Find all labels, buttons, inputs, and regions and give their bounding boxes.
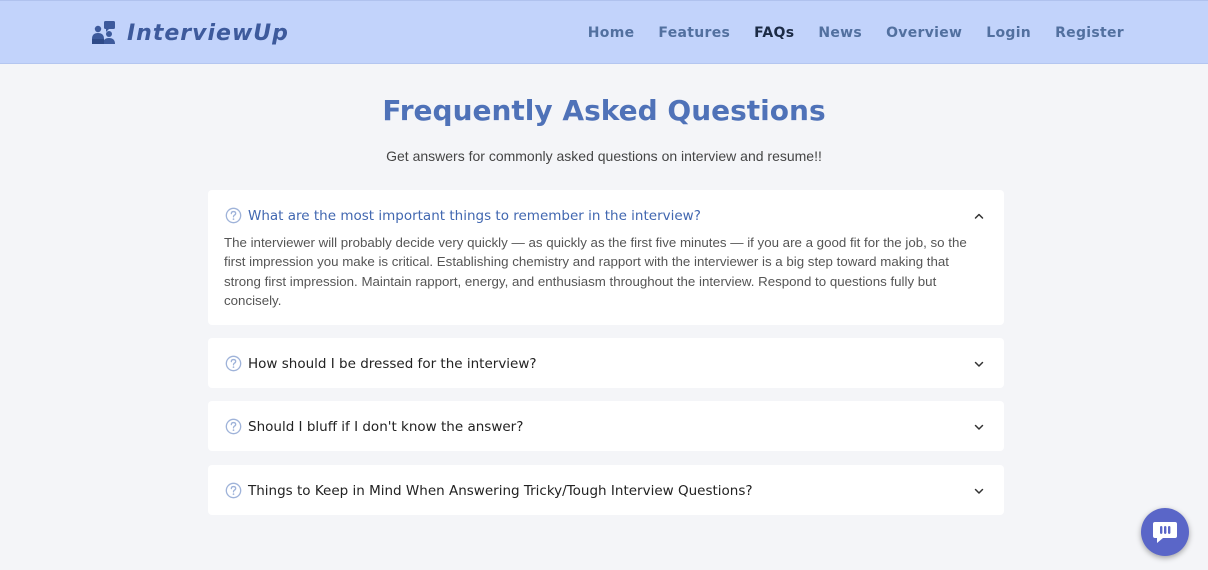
nav-login[interactable]: Login: [986, 25, 1031, 41]
faq-item: How should I be dressed for the intervie…: [208, 338, 1004, 388]
nav-overview[interactable]: Overview: [886, 25, 962, 41]
navbar: InterviewUp Home Features FAQs News Over…: [0, 0, 1208, 64]
nav-register[interactable]: Register: [1055, 25, 1124, 41]
faq-question-toggle[interactable]: Should I bluff if I don't know the answe…: [225, 401, 987, 452]
faq-question-text: Things to Keep in Mind When Answering Tr…: [248, 482, 753, 499]
chevron-down-icon: [974, 361, 984, 367]
faq-item: What are the most important things to re…: [208, 190, 1004, 325]
chevron-down-icon: [974, 424, 984, 430]
brand-link[interactable]: InterviewUp: [91, 15, 289, 51]
people-interview-icon: [92, 21, 115, 44]
faq-question-toggle[interactable]: How should I be dressed for the intervie…: [225, 338, 987, 389]
question-circle-icon: [225, 355, 242, 372]
nav-home[interactable]: Home: [588, 25, 635, 41]
faq-question-toggle[interactable]: Things to Keep in Mind When Answering Tr…: [225, 465, 987, 516]
faq-item: Things to Keep in Mind When Answering Tr…: [208, 465, 1004, 515]
chat-bubble-icon: [1153, 522, 1177, 543]
question-circle-icon: [225, 482, 242, 499]
faq-question-text: What are the most important things to re…: [248, 207, 701, 224]
faq-question-text: Should I bluff if I don't know the answe…: [248, 418, 524, 435]
nav-faqs[interactable]: FAQs: [754, 25, 794, 41]
faq-answer-text: The interviewer will probably decide ver…: [224, 235, 967, 308]
nav-menu: Home Features FAQs News Overview Login R…: [564, 1, 1124, 65]
chevron-down-icon: [974, 488, 984, 494]
chevron-up-icon: [974, 213, 984, 219]
nav-features[interactable]: Features: [658, 25, 730, 41]
brand-name: InterviewUp: [127, 20, 289, 46]
chat-widget-button[interactable]: [1141, 508, 1189, 556]
question-circle-icon: [225, 418, 242, 435]
nav-news[interactable]: News: [818, 25, 862, 41]
page-title: Frequently Asked Questions: [382, 94, 826, 127]
page-subtitle: Get answers for commonly asked questions…: [386, 148, 822, 164]
faq-question-text: How should I be dressed for the intervie…: [248, 355, 537, 372]
question-circle-icon: [225, 207, 242, 224]
faq-item: Should I bluff if I don't know the answe…: [208, 401, 1004, 451]
